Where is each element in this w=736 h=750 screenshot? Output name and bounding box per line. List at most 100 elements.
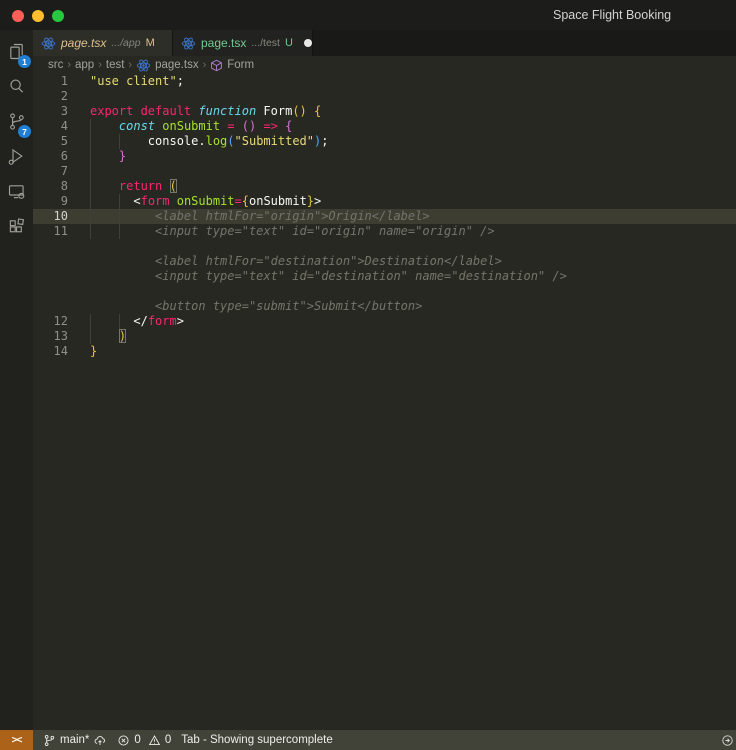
tab-page.tsx-2[interactable]: page.tsx.../testU	[173, 30, 313, 56]
line-number: 14	[33, 344, 68, 359]
remote-indicator[interactable]: ><	[0, 730, 33, 750]
code-line-current[interactable]: 10 <label htmlFor="origin">Origin</label…	[33, 209, 736, 224]
line-number: 12	[33, 314, 68, 329]
code-line[interactable]: 8 return (	[33, 179, 736, 194]
code-line[interactable]: 4 const onSubmit = () => {	[33, 119, 736, 134]
status-bar: >< main* 0 0 Tab - Showing supercomplete	[0, 730, 736, 750]
indent-guide	[90, 164, 91, 179]
line-content: export default function Form() {	[90, 104, 321, 119]
indent-guide	[90, 224, 91, 239]
line-number	[33, 284, 68, 299]
code-line[interactable]: 1"use client";	[33, 74, 736, 89]
line-number	[33, 254, 68, 269]
supercomplete-status[interactable]: Tab - Showing supercomplete	[181, 734, 333, 746]
minimize-window-icon[interactable]	[32, 10, 44, 22]
code-line[interactable]: 6 }	[33, 149, 736, 164]
breadcrumb-item-form[interactable]: Form	[210, 59, 254, 72]
line-content: <button type="submit">Submit</button>	[90, 299, 422, 314]
line-content: <input type="text" id="origin" name="ori…	[90, 224, 495, 239]
breadcrumb-label: src	[48, 59, 63, 71]
code-line[interactable]	[33, 284, 736, 299]
line-content: console.log("Submitted");	[90, 134, 328, 149]
error-count: 0	[134, 734, 140, 746]
tab-strip: page.tsx.../appMpage.tsx.../testU	[33, 30, 736, 56]
breadcrumb-item-app[interactable]: app	[75, 59, 94, 71]
activity-item-remote-explorer[interactable]	[0, 176, 33, 211]
activity-item-run-and-debug[interactable]	[0, 141, 33, 176]
line-number	[33, 299, 68, 314]
code-line[interactable]: <button type="submit">Submit</button>	[33, 299, 736, 314]
line-content: }	[90, 149, 126, 164]
indent-guide	[90, 179, 91, 194]
line-number: 10	[33, 209, 68, 224]
code-line[interactable]: 2	[33, 89, 736, 104]
breadcrumb-label: test	[106, 59, 125, 71]
indent-guide	[90, 209, 91, 224]
code-line[interactable]: <label htmlFor="destination">Destination…	[33, 254, 736, 269]
unsaved-dot-icon[interactable]	[304, 39, 312, 47]
code-line[interactable]: 12 </form>	[33, 314, 736, 329]
line-content: <label htmlFor="destination">Destination…	[90, 254, 502, 269]
code-line[interactable]: 14}	[33, 344, 736, 359]
code-line[interactable]: 3 export default function Form() {	[33, 104, 736, 119]
branch-label: main*	[60, 734, 89, 746]
maximize-window-icon[interactable]	[52, 10, 64, 22]
line-number: 2	[33, 89, 68, 104]
activity-item-extensions[interactable]	[0, 211, 33, 246]
tab-page.tsx-1[interactable]: page.tsx.../appM	[33, 30, 173, 56]
chevron-right-icon: ›	[67, 59, 71, 71]
line-content: }	[90, 344, 97, 359]
line-number: 8	[33, 179, 68, 194]
code-line[interactable]: 13 )	[33, 329, 736, 344]
chevron-right-icon: ›	[203, 59, 207, 71]
line-number	[33, 269, 68, 284]
circle-arrow-icon[interactable]	[721, 734, 734, 747]
git-status-letter: U	[285, 37, 293, 49]
indent-guide	[119, 194, 120, 209]
problems-status[interactable]: 0 0	[117, 734, 171, 747]
line-number: 3	[33, 104, 68, 119]
code-line[interactable]	[33, 239, 736, 254]
close-window-icon[interactable]	[12, 10, 24, 22]
line-content: )	[90, 329, 126, 344]
indent-guide	[90, 149, 91, 164]
indent-guide	[119, 314, 120, 329]
line-number: 7	[33, 164, 68, 179]
code-line[interactable]: <input type="text" id="destination" name…	[33, 269, 736, 284]
git-status-letter: M	[146, 37, 155, 49]
title-bar: Space Flight Booking	[0, 0, 736, 30]
line-number: 13	[33, 329, 68, 344]
vscode-window: Space Flight Booking 1 7 page.tsx.../appM…	[0, 0, 736, 750]
activity-item-source-control[interactable]: 7	[0, 106, 33, 141]
code-line[interactable]: 9 <form onSubmit={onSubmit}>	[33, 194, 736, 209]
activity-item-search[interactable]	[0, 71, 33, 106]
indent-guide	[119, 209, 120, 224]
git-branch-status[interactable]: main*	[43, 734, 107, 747]
errors-icon	[117, 734, 130, 747]
indent-guide	[90, 194, 91, 209]
line-number: 6	[33, 149, 68, 164]
code-line[interactable]: 5 console.log("Submitted");	[33, 134, 736, 149]
breadcrumb-label: app	[75, 59, 94, 71]
status-message: Tab - Showing supercomplete	[181, 734, 333, 746]
breadcrumb-item-test[interactable]: test	[106, 59, 125, 71]
activity-badge: 7	[18, 125, 31, 138]
indent-guide	[90, 314, 91, 329]
react-icon	[41, 36, 56, 51]
code-line[interactable]: 11 <input type="text" id="origin" name="…	[33, 224, 736, 239]
breadcrumb-item-page.tsx[interactable]: page.tsx	[136, 58, 198, 73]
breadcrumb-item-src[interactable]: src	[48, 59, 63, 71]
line-number: 5	[33, 134, 68, 149]
activity-item-explorer[interactable]: 1	[0, 36, 33, 71]
line-content: return (	[90, 179, 177, 194]
remote-icon: ><	[12, 735, 22, 746]
line-content: <label htmlFor="origin">Origin</label>	[90, 209, 430, 224]
code-line[interactable]: 7	[33, 164, 736, 179]
indent-guide	[90, 119, 91, 134]
breadcrumb-label: Form	[227, 59, 254, 71]
remote-explorer-icon	[6, 181, 27, 207]
breadcrumb-label: page.tsx	[155, 59, 198, 71]
git-branch-icon	[43, 734, 56, 747]
code-editor[interactable]: 1"use client";23 export default function …	[33, 74, 736, 730]
indent-guide	[119, 134, 120, 149]
